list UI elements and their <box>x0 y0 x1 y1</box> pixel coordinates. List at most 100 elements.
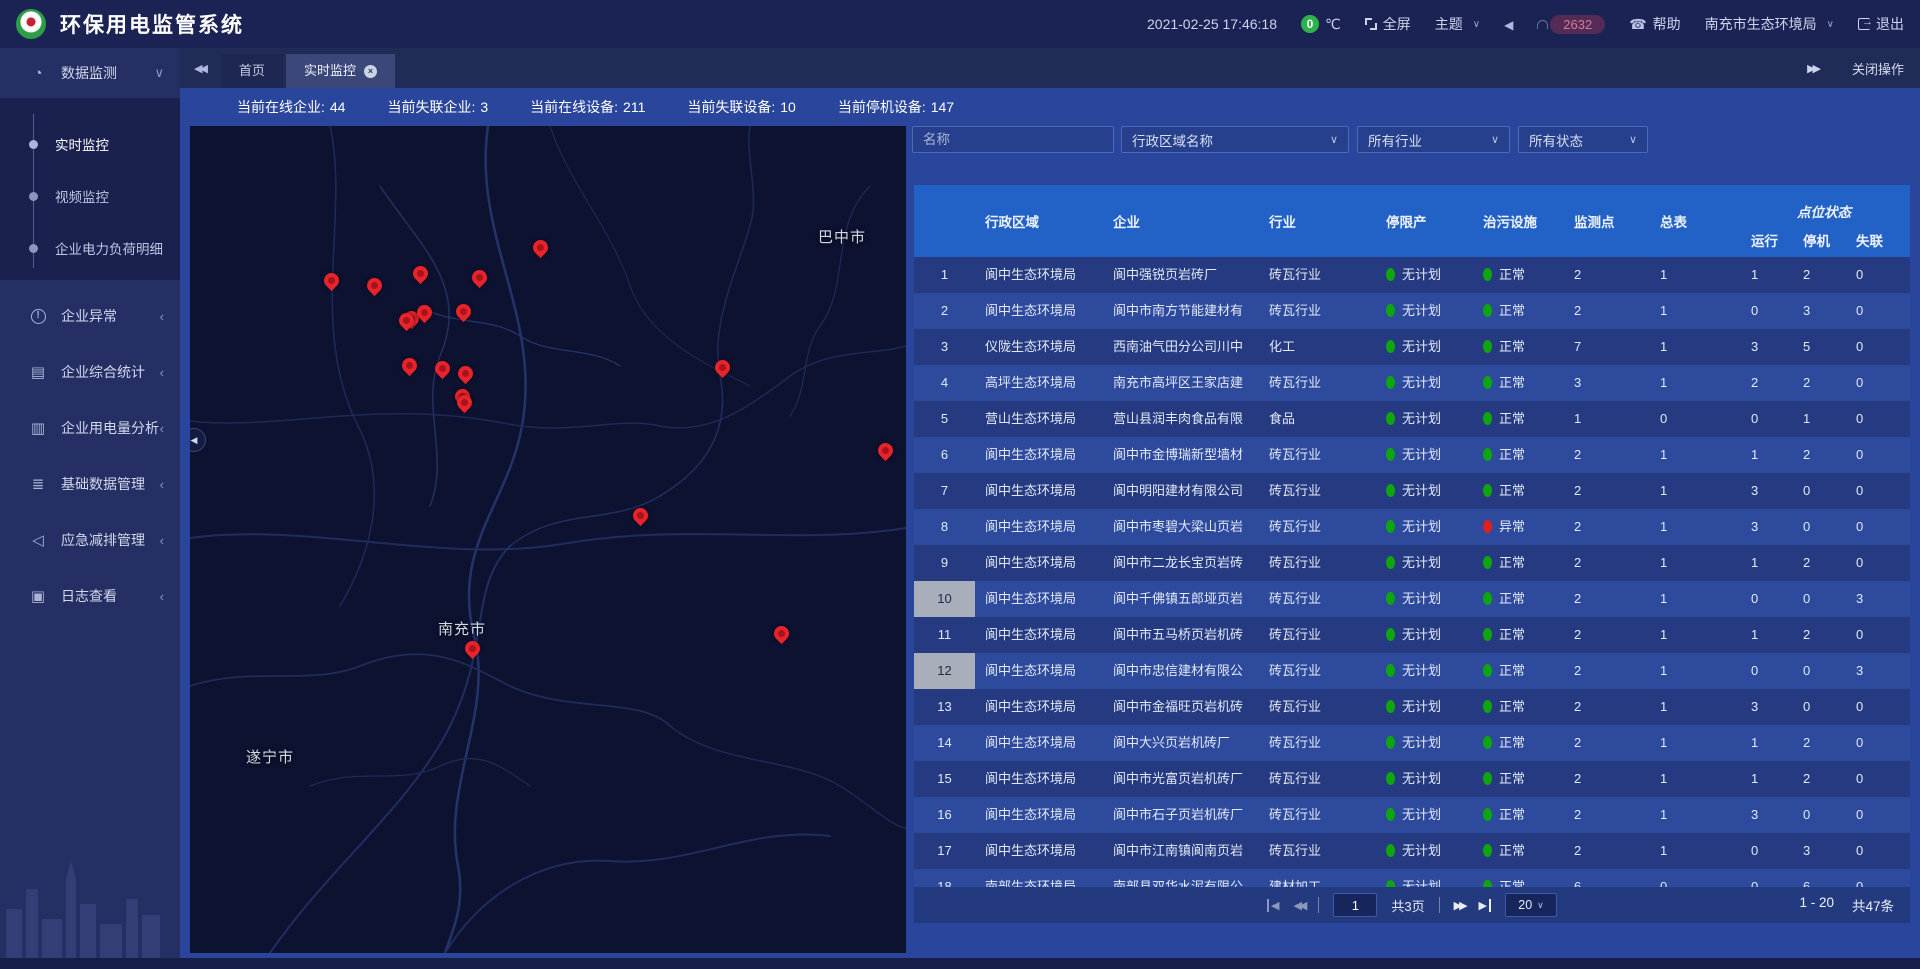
page-size-select[interactable]: 20 <box>1505 893 1557 917</box>
cell-pollution-facility: 正常 <box>1478 869 1568 887</box>
table-row[interactable]: 18南部生态环境局南部县双华水泥有限公建材加工无计划正常60060 <box>914 869 1910 887</box>
status-dot-icon <box>1483 844 1492 857</box>
table-row[interactable]: 5营山生态环境局营山县润丰肉食品有限食品无计划正常10010 <box>914 401 1910 437</box>
cell-monitor-points: 2 <box>1568 473 1648 509</box>
table-row[interactable]: 7阆中生态环境局阆中明阳建材有限公司砖瓦行业无计划正常21300 <box>914 473 1910 509</box>
cell-total-meters: 1 <box>1648 509 1745 545</box>
table-row[interactable]: 11阆中生态环境局阆中市五马桥页岩机砖砖瓦行业无计划正常21120 <box>914 617 1910 653</box>
cell-stopped: 6 <box>1797 869 1849 887</box>
stats-bar: 当前在线企业:44 当前失联企业:3 当前在线设备:211 当前失联设备:10 … <box>180 88 1920 126</box>
cell-running: 3 <box>1745 473 1797 509</box>
chevron-left-icon: ‹ <box>160 365 164 380</box>
fullscreen-button[interactable]: 全屏 <box>1365 14 1411 34</box>
logout-button[interactable]: 退出 <box>1858 14 1904 34</box>
cell-stopped: 0 <box>1797 509 1849 545</box>
cell-stop-production: 无计划 <box>1380 329 1478 365</box>
industry-select[interactable]: 所有行业 <box>1357 126 1510 153</box>
table-row[interactable]: 6阆中生态环境局阆中市金博瑞新型墙材砖瓦行业无计划正常21120 <box>914 437 1910 473</box>
row-index: 11 <box>914 617 975 653</box>
status-dot-icon <box>1386 520 1395 533</box>
table-row[interactable]: 1阆中生态环境局阆中强锐页岩砖厂砖瓦行业无计划正常21120 <box>914 257 1910 293</box>
cell-region: 阆中生态环境局 <box>975 833 1105 869</box>
status-dot-icon <box>1483 880 1492 887</box>
cell-running: 3 <box>1745 329 1797 365</box>
table-row[interactable]: 12阆中生态环境局阆中市忠信建材有限公砖瓦行业无计划正常21003 <box>914 653 1910 689</box>
table-row[interactable]: 3仪陇生态环境局西南油气田分公司川中化工无计划正常71350 <box>914 329 1910 365</box>
table-row[interactable]: 10阆中生态环境局阆中千佛镇五郎垭页岩砖瓦行业无计划正常21003 <box>914 581 1910 617</box>
sidebar-item-realtime-monitoring[interactable]: 实时监控 <box>0 118 180 170</box>
sidebar-item-emergency-reduction[interactable]: ◁ 应急减排管理 ‹ <box>0 512 180 568</box>
region-select[interactable]: 行政区域名称 <box>1121 126 1349 153</box>
cell-running: 0 <box>1745 833 1797 869</box>
tabs-scroll-left-icon[interactable] <box>194 62 205 75</box>
chevron-down-icon <box>1629 133 1637 146</box>
notification-count-badge: 2632 <box>1550 15 1605 34</box>
table-row[interactable]: 8阆中生态环境局阆中市枣碧大梁山页岩砖瓦行业无计划异常21300 <box>914 509 1910 545</box>
user-org-menu[interactable]: 南充市生态环境局 <box>1705 14 1834 34</box>
footer-strip <box>0 958 1920 969</box>
sidebar-item-enterprise-statistics[interactable]: ▤ 企业综合统计 ‹ <box>0 344 180 400</box>
divider <box>1318 897 1319 913</box>
table-row[interactable]: 4高坪生态环境局南充市高坪区王家店建砖瓦行业无计划正常31220 <box>914 365 1910 401</box>
sidebar-item-power-load-detail[interactable]: 企业电力负荷明细 <box>0 222 180 274</box>
first-page-icon[interactable] <box>1267 899 1279 912</box>
sidebar-item-power-usage-analysis[interactable]: ▥ 企业用电量分析 ‹ <box>0 400 180 456</box>
table-row[interactable]: 17阆中生态环境局阆中市江南镇阆南页岩砖瓦行业无计划正常21030 <box>914 833 1910 869</box>
table-row[interactable]: 15阆中生态环境局阆中市光富页岩机砖厂砖瓦行业无计划正常21120 <box>914 761 1910 797</box>
status-select[interactable]: 所有状态 <box>1518 126 1648 153</box>
table-header: 行政区域 企业 行业 停限产 治污设施 监测点 总表 点位状态 运行 停机 失联 <box>914 185 1910 257</box>
status-dot-icon <box>1386 556 1395 569</box>
cell-running: 0 <box>1745 869 1797 887</box>
table-row[interactable]: 9阆中生态环境局阆中市二龙长宝页岩砖砖瓦行业无计划正常21120 <box>914 545 1910 581</box>
cell-industry: 砖瓦行业 <box>1262 581 1380 617</box>
name-search-input[interactable] <box>912 126 1114 153</box>
mute-button[interactable] <box>1504 16 1513 32</box>
sidebar-item-video-monitoring[interactable]: 视频监控 <box>0 170 180 222</box>
cell-monitor-points: 2 <box>1568 437 1648 473</box>
status-dot-icon <box>1386 376 1395 389</box>
column-header-pollution-facility: 治污设施 <box>1478 185 1568 257</box>
cell-industry: 砖瓦行业 <box>1262 545 1380 581</box>
logout-label: 退出 <box>1876 14 1904 34</box>
cell-region: 仪陇生态环境局 <box>975 329 1105 365</box>
map-panel[interactable]: 巴中市南充市遂宁市 <box>190 126 906 953</box>
cell-region: 高坪生态环境局 <box>975 365 1105 401</box>
theme-menu[interactable]: 主题 <box>1435 14 1480 34</box>
sidebar-item-base-data-management[interactable]: ≣ 基础数据管理 ‹ <box>0 456 180 512</box>
status-dot-icon <box>1483 592 1492 605</box>
cell-running: 3 <box>1745 509 1797 545</box>
table-row[interactable]: 2阆中生态环境局阆中市南方节能建材有砖瓦行业无计划正常21030 <box>914 293 1910 329</box>
notifications[interactable]: 2632 <box>1537 15 1605 34</box>
stat-online-devices: 当前在线设备:211 <box>530 97 645 117</box>
help-button[interactable]: 帮助 <box>1629 14 1680 34</box>
prev-page-icon[interactable] <box>1293 899 1304 912</box>
close-operations-button[interactable]: 关闭操作 <box>1852 59 1904 78</box>
sidebar-item-log-view[interactable]: ▣ 日志查看 ‹ <box>0 568 180 624</box>
tab-realtime-monitoring[interactable]: 实时监控 <box>286 54 395 88</box>
cell-running: 3 <box>1745 689 1797 725</box>
sidebar-item-data-monitoring[interactable]: ◔ 数据监测 ∨ <box>0 48 180 98</box>
table-row[interactable]: 13阆中生态环境局阆中市金福旺页岩机砖砖瓦行业无计划正常21300 <box>914 689 1910 725</box>
cell-running: 0 <box>1745 581 1797 617</box>
table-row[interactable]: 16阆中生态环境局阆中市石子页岩机砖厂砖瓦行业无计划正常21300 <box>914 797 1910 833</box>
status-dot-icon <box>1483 304 1492 317</box>
tab-home[interactable]: 首页 <box>221 54 283 88</box>
cell-pollution-facility: 正常 <box>1478 257 1568 293</box>
cell-pollution-facility: 正常 <box>1478 473 1568 509</box>
tabs-scroll-right-icon[interactable] <box>1807 62 1818 75</box>
sidebar-item-enterprise-abnormal[interactable]: ! 企业异常 ‹ <box>0 288 180 344</box>
cell-industry: 砖瓦行业 <box>1262 257 1380 293</box>
cell-total-meters: 1 <box>1648 437 1745 473</box>
cell-offline: 0 <box>1849 473 1910 509</box>
cell-pollution-facility: 正常 <box>1478 689 1568 725</box>
close-tab-icon[interactable] <box>364 65 377 78</box>
page-number-input[interactable] <box>1333 893 1377 917</box>
table-row[interactable]: 14阆中生态环境局阆中大兴页岩机砖厂砖瓦行业无计划正常21120 <box>914 725 1910 761</box>
cell-stopped: 2 <box>1797 545 1849 581</box>
status-dot-icon <box>1483 412 1492 425</box>
cell-stop-production: 无计划 <box>1380 293 1478 329</box>
column-header-company: 企业 <box>1105 185 1262 257</box>
row-index: 18 <box>914 869 975 887</box>
last-page-icon[interactable] <box>1479 899 1491 912</box>
next-page-icon[interactable] <box>1454 899 1465 912</box>
